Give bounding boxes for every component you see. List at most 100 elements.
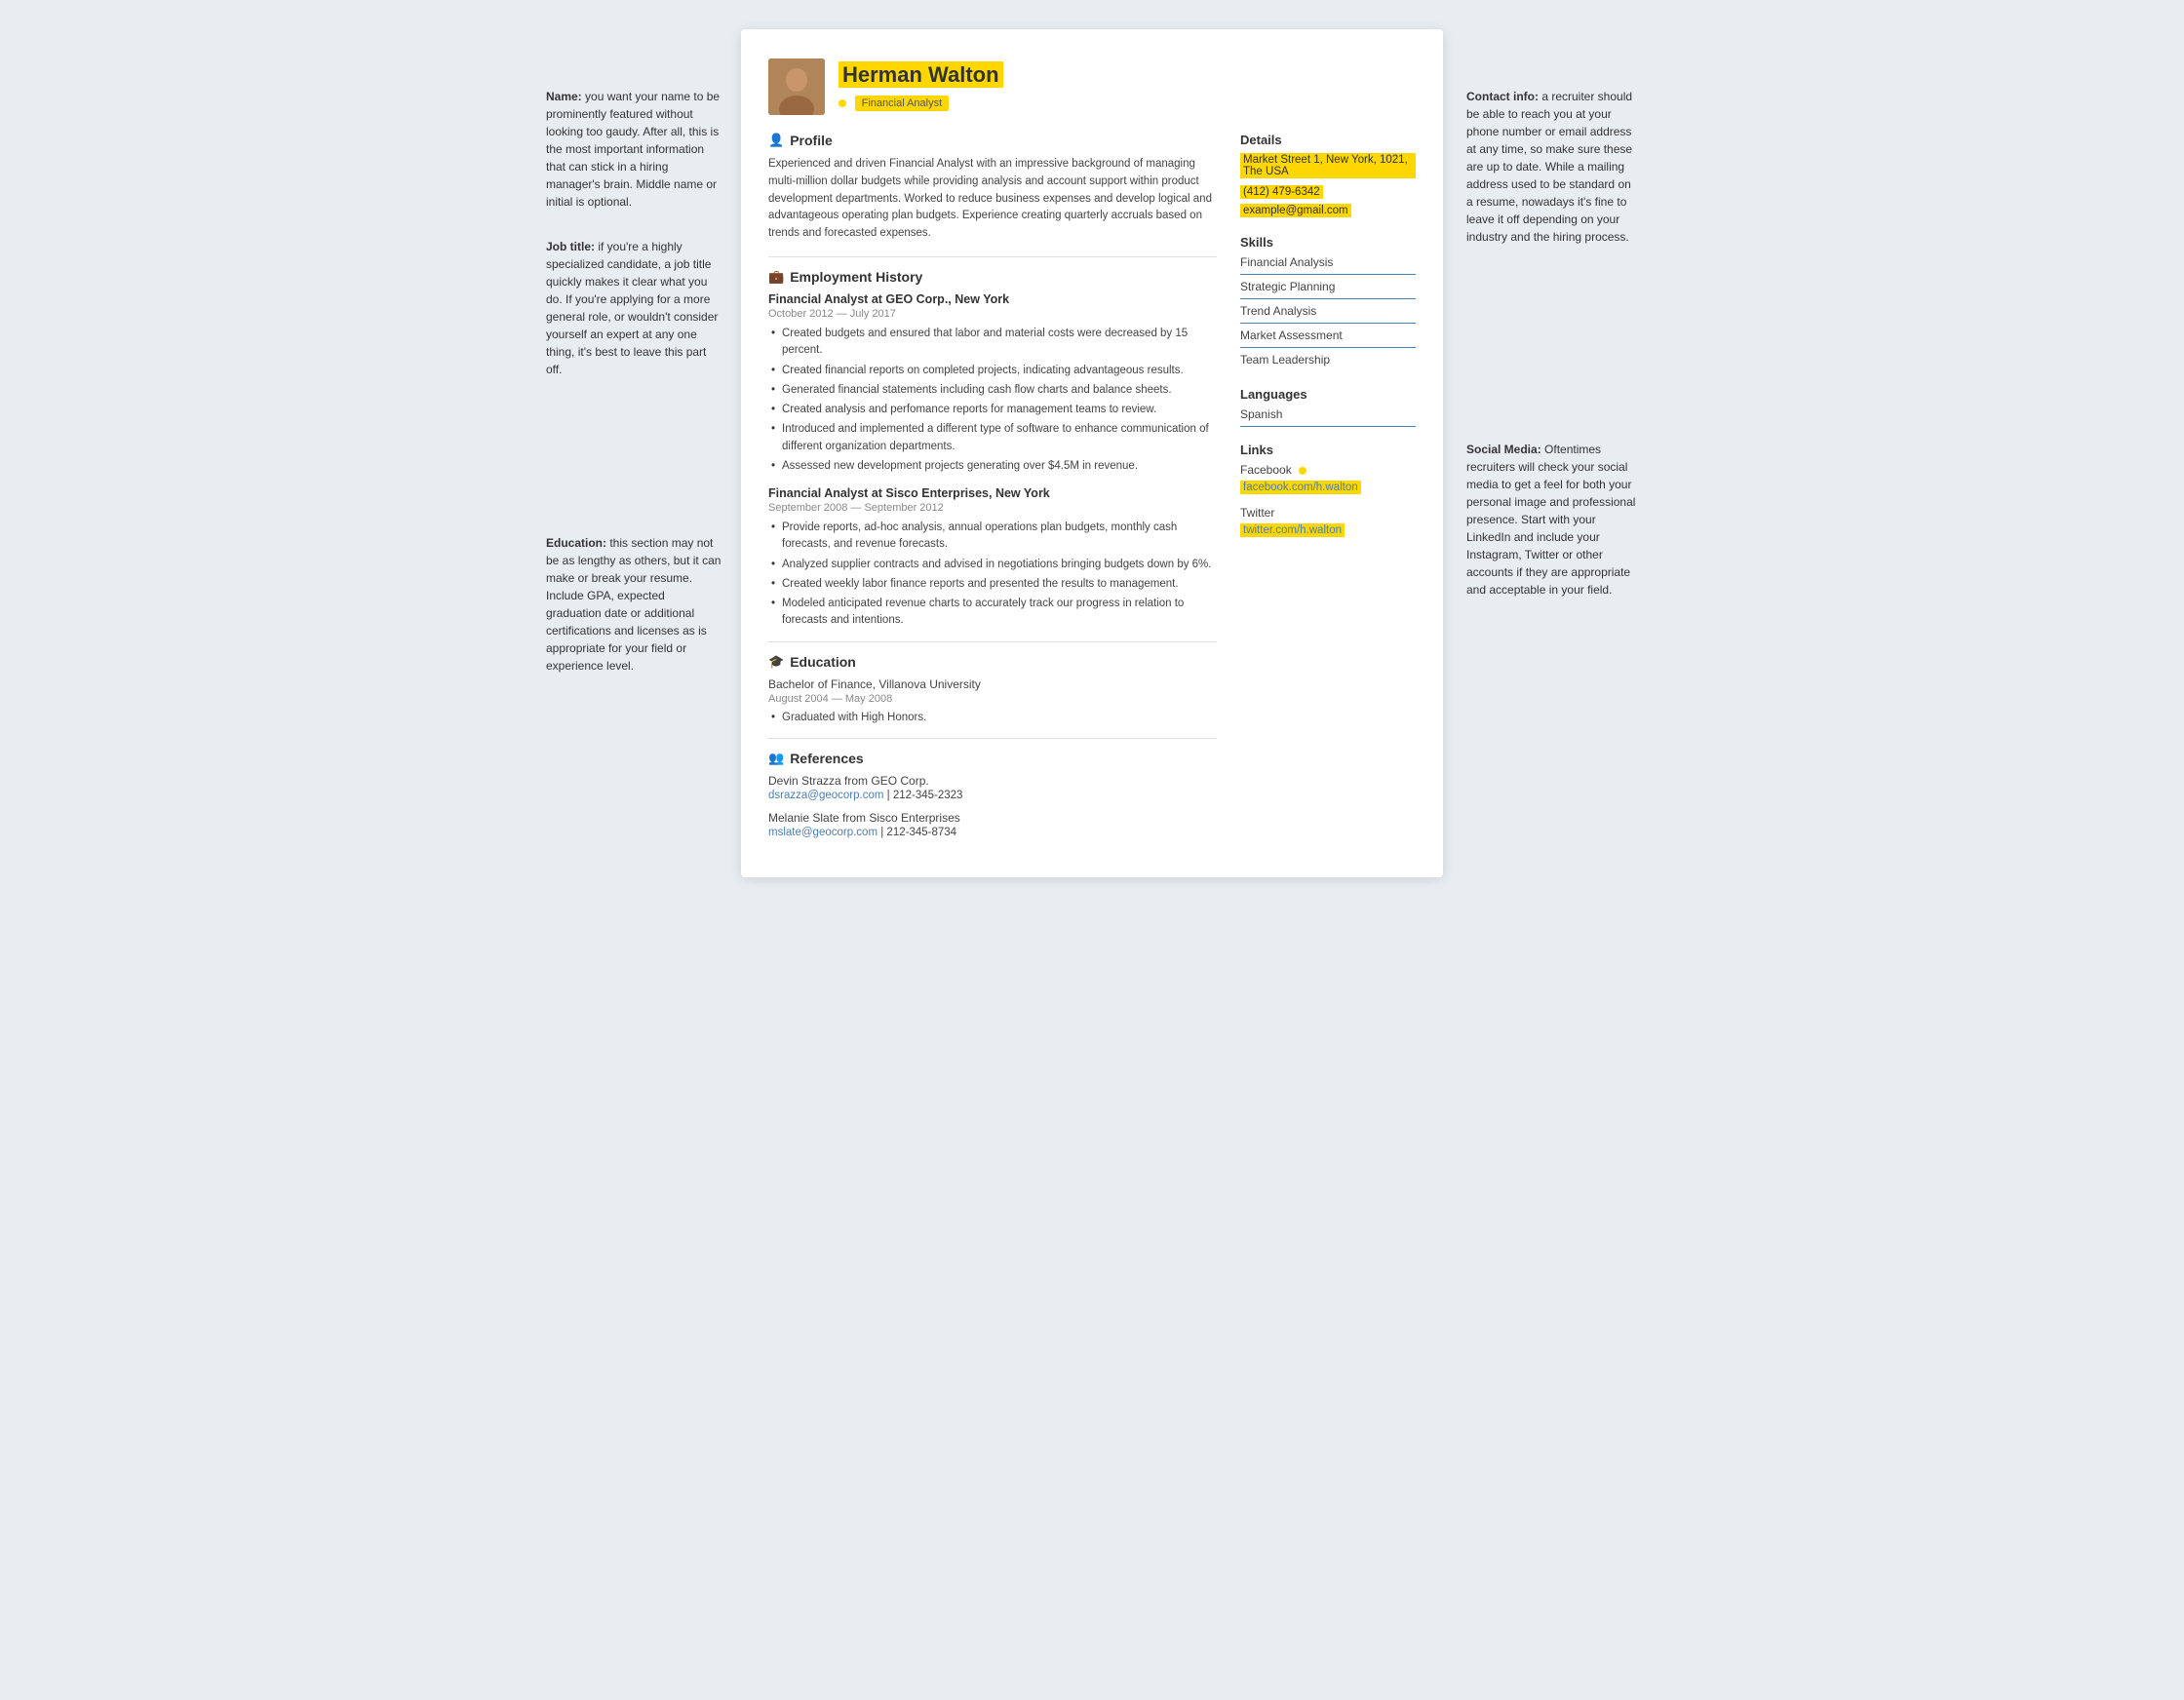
language-1: Spanish (1240, 407, 1416, 427)
facebook-label: Facebook (1240, 463, 1416, 477)
divider-2 (768, 641, 1217, 642)
job1-title: Financial Analyst at GEO Corp., New York (768, 292, 1217, 306)
job2-bullets: Provide reports, ad-hoc analysis, annual… (768, 520, 1217, 630)
skill-3: Trend Analysis (1240, 304, 1416, 324)
job1-bullet-1: Created budgets and ensured that labor a… (768, 326, 1217, 360)
references-section-title: 👥 References (768, 751, 1217, 766)
profile-text: Experienced and driven Financial Analyst… (768, 156, 1217, 243)
references-title-text: References (790, 751, 864, 766)
languages-section: Languages Spanish (1240, 387, 1416, 427)
avatar (768, 58, 825, 115)
left-annotations: Name: you want your name to be prominent… (546, 29, 741, 702)
edu-degree: Bachelor of Finance, Villanova Universit… (768, 677, 1217, 691)
profile-section-title: 👤 Profile (768, 133, 1217, 148)
job1-bullet-2: Created financial reports on completed p… (768, 363, 1217, 379)
candidate-job-title: Financial Analyst (855, 96, 950, 111)
address-container: Market Street 1, New York, 1021, The USA (1240, 153, 1416, 180)
details-title: Details (1240, 133, 1416, 147)
edu-bullet-1: Graduated with High Honors. (768, 710, 1217, 726)
resume-sidebar: Details Market Street 1, New York, 1021,… (1240, 133, 1416, 848)
ref1-phone: 212-345-2323 (893, 790, 963, 801)
job1-bullet-3: Generated financial statements including… (768, 382, 1217, 399)
facebook-url-container: facebook.com/h.walton (1240, 479, 1416, 498)
skills-title: Skills (1240, 235, 1416, 250)
resume-main: 👤 Profile Experienced and driven Financi… (768, 133, 1217, 848)
job1-bullets: Created budgets and ensured that labor a… (768, 326, 1217, 475)
employment-section: 💼 Employment History Financial Analyst a… (768, 269, 1217, 630)
contact-annotation-label: Contact info: (1466, 90, 1539, 103)
education-title-text: Education (790, 654, 856, 670)
ref2-contact: mslate@geocorp.com | 212-345-8734 (768, 827, 1217, 838)
facebook-url[interactable]: facebook.com/h.walton (1240, 481, 1361, 494)
candidate-name: Herman Walton (838, 61, 1003, 88)
avatar-image (768, 58, 825, 115)
contact-annotation: Contact info: a recruiter should be able… (1466, 88, 1638, 246)
job2-bullet-3: Created weekly labor finance reports and… (768, 576, 1217, 593)
skills-section: Skills Financial Analysis Strategic Plan… (1240, 235, 1416, 371)
job2-bullet-4: Modeled anticipated revenue charts to ac… (768, 596, 1217, 630)
job1-bullet-6: Assessed new development projects genera… (768, 458, 1217, 475)
title-dot (838, 99, 846, 107)
education-annotation-label: Education: (546, 536, 606, 550)
job1-bullet-5: Introduced and implemented a different t… (768, 421, 1217, 455)
edu-bullets: Graduated with High Honors. (768, 710, 1217, 726)
employment-section-title: 💼 Employment History (768, 269, 1217, 285)
profile-title-text: Profile (790, 133, 833, 148)
job1-bullet-4: Created analysis and perfomance reports … (768, 402, 1217, 418)
name-annotation-label: Name: (546, 90, 582, 103)
employment-title-text: Employment History (790, 269, 922, 285)
links-title: Links (1240, 443, 1416, 457)
phone-container: (412) 479-6342 (1240, 183, 1416, 199)
skill-1: Financial Analysis (1240, 255, 1416, 275)
email-container: example@gmail.com (1240, 202, 1416, 219)
job-entry-2: Financial Analyst at Sisco Enterprises, … (768, 486, 1217, 630)
socialmedia-annotation-text: Oftentimes recruiters will check your so… (1466, 443, 1635, 597)
education-annotation-text: this section may not be as lengthy as ot… (546, 536, 721, 673)
ref1-email[interactable]: dsrazza@geocorp.com (768, 790, 883, 801)
twitter-label: Twitter (1240, 506, 1416, 520)
ref2-phone: 212-345-8734 (886, 827, 956, 838)
divider-3 (768, 738, 1217, 739)
education-section: 🎓 Education Bachelor of Finance, Villano… (768, 654, 1217, 726)
skill-5: Team Leadership (1240, 353, 1416, 371)
job2-bullet-1: Provide reports, ad-hoc analysis, annual… (768, 520, 1217, 554)
skill-2: Strategic Planning (1240, 280, 1416, 299)
jobtitle-annotation-label: Job title: (546, 240, 595, 253)
references-icon: 👥 (768, 751, 784, 766)
profile-icon: 👤 (768, 133, 784, 148)
email-text: example@gmail.com (1240, 204, 1351, 217)
education-annotation: Education: this section may not be as le… (546, 534, 722, 675)
socialmedia-annotation-label: Social Media: (1466, 443, 1541, 456)
right-annotations: Contact info: a recruiter should be able… (1443, 29, 1638, 657)
contact-annotation-text: a recruiter should be able to reach you … (1466, 90, 1632, 244)
ref1-name: Devin Strazza from GEO Corp. (768, 774, 1217, 788)
job1-dates: October 2012 — July 2017 (768, 308, 1217, 320)
resume-header: Herman Walton Financial Analyst (768, 58, 1416, 115)
candidate-name-container: Herman Walton (838, 62, 1416, 88)
education-icon: 🎓 (768, 654, 784, 670)
divider-1 (768, 256, 1217, 257)
profile-section: 👤 Profile Experienced and driven Financi… (768, 133, 1217, 243)
edu-dates: August 2004 — May 2008 (768, 693, 1217, 705)
name-annotation: Name: you want your name to be prominent… (546, 88, 722, 211)
ref1-contact: dsrazza@geocorp.com | 212-345-2323 (768, 790, 1217, 801)
resume-card: Herman Walton Financial Analyst 👤 Profil… (741, 29, 1443, 877)
ref2-name: Melanie Slate from Sisco Enterprises (768, 811, 1217, 825)
twitter-url[interactable]: twitter.com/h.walton (1240, 523, 1345, 537)
job2-dates: September 2008 — September 2012 (768, 502, 1217, 514)
jobtitle-annotation: Job title: if you're a highly specialize… (546, 238, 722, 378)
socialmedia-annotation: Social Media: Oftentimes recruiters will… (1466, 441, 1638, 599)
links-section: Links Facebook facebook.com/h.walton Twi… (1240, 443, 1416, 541)
facebook-label-text: Facebook (1240, 463, 1292, 477)
phone-text: (412) 479-6342 (1240, 185, 1323, 199)
name-block: Herman Walton Financial Analyst (838, 62, 1416, 111)
twitter-label-text: Twitter (1240, 506, 1274, 520)
ref2-email[interactable]: mslate@geocorp.com (768, 827, 878, 838)
name-annotation-text: you want your name to be prominently fea… (546, 90, 720, 209)
references-section: 👥 References Devin Strazza from GEO Corp… (768, 751, 1217, 838)
twitter-url-container: twitter.com/h.walton (1240, 522, 1416, 541)
skill-4: Market Assessment (1240, 328, 1416, 348)
employment-icon: 💼 (768, 269, 784, 285)
job2-title: Financial Analyst at Sisco Enterprises, … (768, 486, 1217, 500)
resume-body: 👤 Profile Experienced and driven Financi… (768, 133, 1416, 848)
